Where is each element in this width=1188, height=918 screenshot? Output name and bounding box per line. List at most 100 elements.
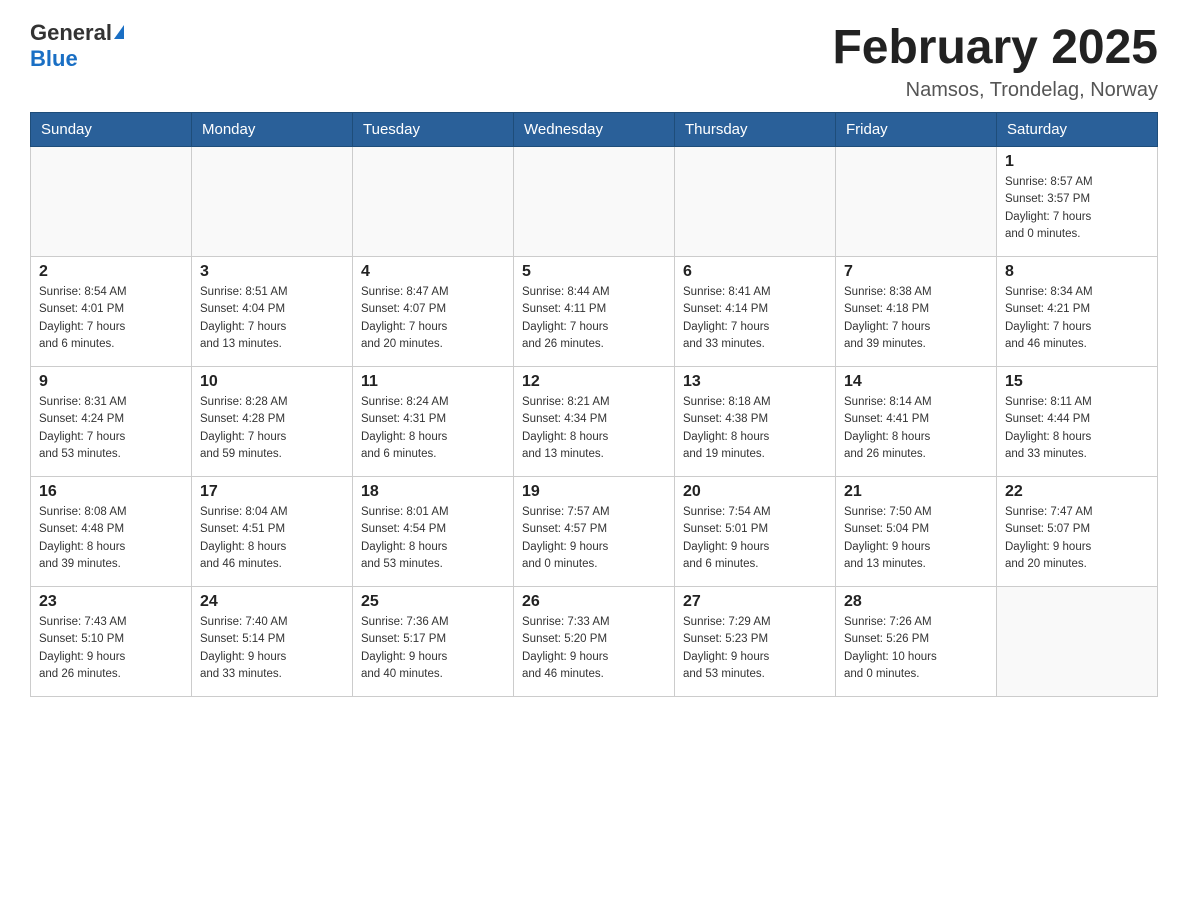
table-row: 20Sunrise: 7:54 AM Sunset: 5:01 PM Dayli… (675, 477, 836, 587)
table-row: 8 Sunrise: 8:34 AM Sunset: 4:21 PM Daylig… (997, 257, 1158, 367)
day-info: Sunrise: 8:01 AM Sunset: 4:54 PM Dayligh… (361, 504, 505, 573)
day-number: 26 (522, 593, 666, 611)
day-info: Sunrise: 8:14 AM Sunset: 4:41 PM Dayligh… (844, 394, 988, 463)
week-row-1: 1 Sunrise: 8:57 AM Sunset: 3:57 PM Daylig… (31, 147, 1158, 257)
day-info: Sunrise: 8:31 AM Sunset: 4:24 PM Dayligh… (39, 394, 183, 463)
table-row: 7 Sunrise: 8:38 AM Sunset: 4:18 PM Daylig… (836, 257, 997, 367)
table-row: 22Sunrise: 7:47 AM Sunset: 5:07 PM Dayli… (997, 477, 1158, 587)
day-number: 9 (39, 373, 183, 391)
day-info: Sunrise: 8:41 AM Sunset: 4:14 PM Dayligh… (683, 284, 827, 353)
day-info: Sunrise: 8:11 AM Sunset: 4:44 PM Dayligh… (1005, 394, 1149, 463)
day-info: Sunrise: 8:47 AM Sunset: 4:07 PM Dayligh… (361, 284, 505, 353)
table-row: 17 Sunrise: 8:04 AM Sunset: 4:51 PM Dayli… (192, 477, 353, 587)
col-saturday: Saturday (997, 113, 1158, 147)
table-row: 21 Sunrise: 7:50 AM Sunset: 5:04 PM Dayli… (836, 477, 997, 587)
day-info: Sunrise: 8:38 AM Sunset: 4:18 PM Dayligh… (844, 284, 988, 353)
day-info: Sunrise: 8:34 AM Sunset: 4:21 PM Dayligh… (1005, 284, 1149, 353)
col-thursday: Thursday (675, 113, 836, 147)
table-row: 5 Sunrise: 8:44 AM Sunset: 4:11 PM Daylig… (514, 257, 675, 367)
day-number: 4 (361, 263, 505, 281)
table-row: 16 Sunrise: 8:08 AM Sunset: 4:48 PM Dayli… (31, 477, 192, 587)
table-row: 13 Sunrise: 8:18 AM Sunset: 4:38 PM Dayli… (675, 367, 836, 477)
table-row: 3 Sunrise: 8:51 AM Sunset: 4:04 PM Daylig… (192, 257, 353, 367)
day-info: Sunrise: 8:57 AM Sunset: 3:57 PM Dayligh… (1005, 174, 1149, 243)
table-row: 28 Sunrise: 7:26 AM Sunset: 5:26 PM Dayli… (836, 587, 997, 697)
week-row-3: 9 Sunrise: 8:31 AM Sunset: 4:24 PM Daylig… (31, 367, 1158, 477)
calendar-body: 1 Sunrise: 8:57 AM Sunset: 3:57 PM Daylig… (31, 147, 1158, 697)
table-row: 9 Sunrise: 8:31 AM Sunset: 4:24 PM Daylig… (31, 367, 192, 477)
day-number: 5 (522, 263, 666, 281)
table-row: 26 Sunrise: 7:33 AM Sunset: 5:20 PM Dayli… (514, 587, 675, 697)
day-info: Sunrise: 7:36 AM Sunset: 5:17 PM Dayligh… (361, 614, 505, 683)
day-number: 17 (200, 483, 344, 501)
day-info: Sunrise: 8:51 AM Sunset: 4:04 PM Dayligh… (200, 284, 344, 353)
col-monday: Monday (192, 113, 353, 147)
table-row: 19 Sunrise: 7:57 AM Sunset: 4:57 PM Dayli… (514, 477, 675, 587)
table-row (31, 147, 192, 257)
table-row: 2Sunrise: 8:54 AM Sunset: 4:01 PM Daylig… (31, 257, 192, 367)
day-number: 24 (200, 593, 344, 611)
day-number: 2 (39, 263, 183, 281)
table-row: 27 Sunrise: 7:29 AM Sunset: 5:23 PM Dayli… (675, 587, 836, 697)
table-row (514, 147, 675, 257)
day-info: Sunrise: 7:29 AM Sunset: 5:23 PM Dayligh… (683, 614, 827, 683)
col-friday: Friday (836, 113, 997, 147)
table-row: 10Sunrise: 8:28 AM Sunset: 4:28 PM Dayli… (192, 367, 353, 477)
title-area: February 2025 Namsos, Trondelag, Norway (832, 20, 1158, 102)
day-number: 19 (522, 483, 666, 501)
day-info: Sunrise: 8:28 AM Sunset: 4:28 PM Dayligh… (200, 394, 344, 463)
logo-triangle-icon (114, 25, 124, 39)
calendar-table: Sunday Monday Tuesday Wednesday Thursday… (30, 112, 1158, 697)
day-number: 7 (844, 263, 988, 281)
day-info: Sunrise: 8:18 AM Sunset: 4:38 PM Dayligh… (683, 394, 827, 463)
day-number: 13 (683, 373, 827, 391)
day-number: 16 (39, 483, 183, 501)
location: Namsos, Trondelag, Norway (832, 79, 1158, 102)
day-info: Sunrise: 7:57 AM Sunset: 4:57 PM Dayligh… (522, 504, 666, 573)
col-wednesday: Wednesday (514, 113, 675, 147)
col-tuesday: Tuesday (353, 113, 514, 147)
day-number: 28 (844, 593, 988, 611)
logo-general-text: General (30, 20, 112, 46)
week-row-5: 23Sunrise: 7:43 AM Sunset: 5:10 PM Dayli… (31, 587, 1158, 697)
day-info: Sunrise: 8:04 AM Sunset: 4:51 PM Dayligh… (200, 504, 344, 573)
table-row: 12 Sunrise: 8:21 AM Sunset: 4:34 PM Dayli… (514, 367, 675, 477)
day-info: Sunrise: 8:08 AM Sunset: 4:48 PM Dayligh… (39, 504, 183, 573)
month-title: February 2025 (832, 20, 1158, 75)
day-info: Sunrise: 8:44 AM Sunset: 4:11 PM Dayligh… (522, 284, 666, 353)
table-row: 1 Sunrise: 8:57 AM Sunset: 3:57 PM Daylig… (997, 147, 1158, 257)
day-number: 3 (200, 263, 344, 281)
day-info: Sunrise: 7:43 AM Sunset: 5:10 PM Dayligh… (39, 614, 183, 683)
day-number: 1 (1005, 153, 1149, 171)
table-row (192, 147, 353, 257)
week-row-4: 16 Sunrise: 8:08 AM Sunset: 4:48 PM Dayli… (31, 477, 1158, 587)
day-info: Sunrise: 7:33 AM Sunset: 5:20 PM Dayligh… (522, 614, 666, 683)
day-number: 20 (683, 483, 827, 501)
day-number: 12 (522, 373, 666, 391)
day-number: 25 (361, 593, 505, 611)
day-info: Sunrise: 7:26 AM Sunset: 5:26 PM Dayligh… (844, 614, 988, 683)
table-row (836, 147, 997, 257)
day-number: 21 (844, 483, 988, 501)
week-row-2: 2Sunrise: 8:54 AM Sunset: 4:01 PM Daylig… (31, 257, 1158, 367)
table-row: 6 Sunrise: 8:41 AM Sunset: 4:14 PM Daylig… (675, 257, 836, 367)
day-info: Sunrise: 7:50 AM Sunset: 5:04 PM Dayligh… (844, 504, 988, 573)
logo: General Blue (30, 20, 124, 72)
day-number: 14 (844, 373, 988, 391)
table-row: 18 Sunrise: 8:01 AM Sunset: 4:54 PM Dayli… (353, 477, 514, 587)
table-row: 11Sunrise: 8:24 AM Sunset: 4:31 PM Dayli… (353, 367, 514, 477)
logo-general: General (30, 20, 124, 46)
table-row: 14 Sunrise: 8:14 AM Sunset: 4:41 PM Dayli… (836, 367, 997, 477)
day-number: 8 (1005, 263, 1149, 281)
table-row: 25 Sunrise: 7:36 AM Sunset: 5:17 PM Dayli… (353, 587, 514, 697)
table-row (675, 147, 836, 257)
calendar-header: Sunday Monday Tuesday Wednesday Thursday… (31, 113, 1158, 147)
day-info: Sunrise: 8:21 AM Sunset: 4:34 PM Dayligh… (522, 394, 666, 463)
logo-blue-text: Blue (30, 46, 78, 72)
day-number: 27 (683, 593, 827, 611)
day-number: 18 (361, 483, 505, 501)
day-number: 6 (683, 263, 827, 281)
day-number: 15 (1005, 373, 1149, 391)
table-row (353, 147, 514, 257)
day-info: Sunrise: 7:40 AM Sunset: 5:14 PM Dayligh… (200, 614, 344, 683)
